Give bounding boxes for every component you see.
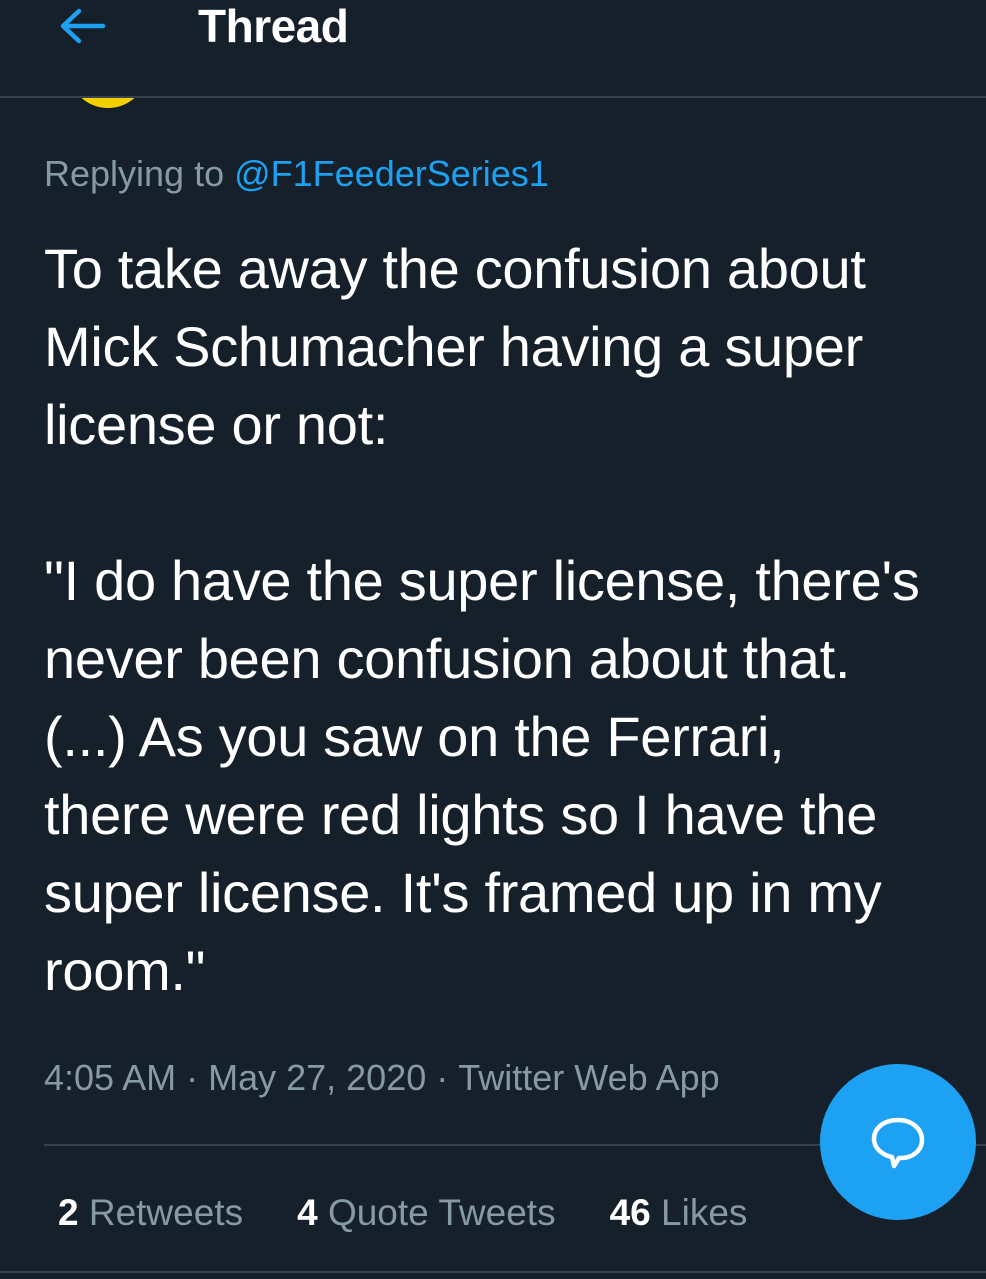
tweet-text: To take away the confusion about Mick Sc… bbox=[44, 237, 920, 1002]
reply-fab-button[interactable] bbox=[820, 1064, 976, 1220]
likes-label: Likes bbox=[661, 1192, 748, 1233]
meta-separator: · bbox=[436, 1057, 449, 1098]
avatar[interactable] bbox=[68, 98, 148, 110]
replying-prefix: Replying to bbox=[44, 153, 235, 194]
tweet-time[interactable]: 4:05 AM bbox=[44, 1057, 176, 1098]
arrow-left-icon bbox=[60, 8, 106, 44]
likes-stat[interactable]: 46 Likes bbox=[610, 1188, 748, 1238]
replying-handle-link[interactable]: @F1FeederSeries1 bbox=[234, 153, 549, 194]
page-title: Thread bbox=[198, 0, 349, 52]
tweet-metadata: 4:05 AM · May 27, 2020 · Twitter Web App bbox=[44, 1054, 720, 1102]
tweet-stats: 2 Retweets 4 Quote Tweets 46 Likes bbox=[58, 1188, 747, 1238]
reply-bubble-icon bbox=[871, 1117, 925, 1169]
meta-separator: · bbox=[186, 1057, 199, 1098]
retweets-label: Retweets bbox=[88, 1192, 244, 1233]
tweet-source-link[interactable]: Twitter Web App bbox=[458, 1057, 719, 1098]
tweet-date[interactable]: May 27, 2020 bbox=[208, 1057, 426, 1098]
retweets-stat[interactable]: 2 Retweets bbox=[58, 1188, 243, 1238]
quotes-count: 4 bbox=[297, 1192, 318, 1233]
retweets-count: 2 bbox=[58, 1192, 79, 1233]
likes-count: 46 bbox=[609, 1192, 651, 1233]
top-bar: Thread bbox=[0, 0, 986, 98]
replying-to: Replying to @F1FeederSeries1 bbox=[44, 152, 549, 196]
divider bbox=[0, 1271, 986, 1273]
quote-tweets-stat[interactable]: 4 Quote Tweets bbox=[297, 1188, 555, 1238]
back-button[interactable] bbox=[52, 4, 112, 48]
quotes-label: Quote Tweets bbox=[327, 1192, 556, 1233]
